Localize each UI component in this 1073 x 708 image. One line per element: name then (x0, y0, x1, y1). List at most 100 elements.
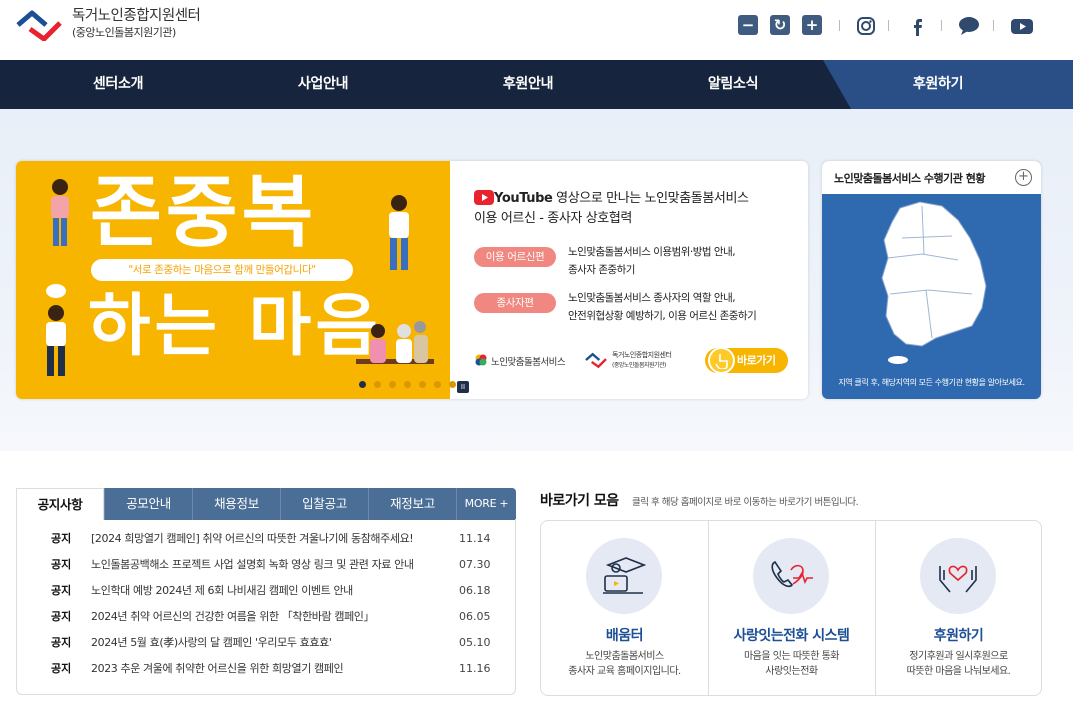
notice-title[interactable]: 2024년 5월 효(孝)사랑의 달 캠페인 '우리모두 효효효' (91, 630, 332, 656)
tab-recruit[interactable]: 채용정보 (192, 488, 280, 520)
banner-title-line1: YouTube 영상으로 만나는 노인맞춤돌봄서비스 (474, 187, 749, 206)
notice-date: 11.14 (459, 532, 491, 545)
quick-link-name: 배움터 (605, 628, 644, 644)
care-service-logo-icon (475, 354, 487, 366)
nav-item-news[interactable]: 알림소식 (658, 60, 808, 109)
notice-date: 05.10 (459, 636, 491, 649)
carousel-dot[interactable] (449, 381, 456, 388)
youtube-logo-icon (474, 190, 494, 205)
map-title: 노인맞춤돌봄서비스 수행기관 현황 (834, 172, 985, 185)
list-item[interactable]: 공지 2024년 취약 어르신의 건강한 여름을 위한 「착한바람 캠페인」 0… (17, 604, 517, 630)
quick-link-phone[interactable]: 사랑잇는전화 시스템 마음을 잇는 따뜻한 통화사랑잇는전화 (708, 521, 875, 695)
education-icon (586, 538, 662, 614)
banner-slogan: "서로 존중하는 마음으로 함께 만들어갑니다" (91, 259, 353, 281)
youtube-icon[interactable] (1010, 15, 1034, 37)
notice-list: 공지 [2024 희망열기 캠페인] 취약 어르신의 따뜻한 겨울나기에 동참해… (16, 519, 516, 695)
quick-link-sub: 마음을 잇는 따뜻한 통화사랑잇는전화 (708, 649, 875, 679)
carousel-dot[interactable] (389, 381, 396, 388)
center-logo-sub: (중앙노인돌봄지원기관) (612, 362, 666, 369)
facebook-icon[interactable] (906, 15, 928, 37)
person-illustration (51, 179, 69, 246)
quick-link-sub: 노인맞춤돌봄서비스종사자 교육 홈페이지입니다. (541, 649, 708, 679)
tab-finance[interactable]: 재정보고 (368, 488, 456, 520)
carousel-dot[interactable] (419, 381, 426, 388)
notice-title[interactable]: 2024년 취약 어르신의 건강한 여름을 위한 「착한바람 캠페인」 (91, 604, 375, 630)
notice-date: 07.30 (459, 558, 491, 571)
zoom-out-button[interactable]: − (738, 15, 758, 35)
divider (941, 20, 942, 31)
divider (839, 20, 840, 31)
carousel-dot[interactable] (374, 381, 381, 388)
map-more-button[interactable]: + (1015, 169, 1032, 186)
quick-link-sub-line2: 사랑잇는전화 (765, 666, 818, 677)
site-header: 독거노인종합지원센터 (중앙노인돌봄지원기관) − ↻ + (0, 0, 1073, 60)
center-logo-icon (585, 352, 607, 368)
quick-link-sub-line2: 종사자 교육 홈페이지입니다. (568, 666, 681, 677)
quick-link-name: 후원하기 (933, 628, 984, 644)
pill1-text-line2: 종사자 존중하기 (568, 264, 635, 276)
chat-icon[interactable] (958, 15, 980, 37)
person-illustration (46, 284, 66, 376)
notice-date: 06.05 (459, 610, 491, 623)
quick-link-name: 사랑잇는전화 시스템 (733, 628, 850, 644)
list-item[interactable]: 공지 2023 추운 겨울에 취약한 어르신을 위한 희망열기 캠페인 11.1… (17, 656, 517, 682)
page: 독거노인종합지원센터 (중앙노인돌봄지원기관) − ↻ + 센터소개 사업안내 … (0, 0, 1073, 708)
notice-title[interactable]: 노인돌봄공백해소 프로젝트 사업 설명회 녹화 영상 링크 및 관련 자료 안내 (91, 552, 414, 578)
go-button-label: 바로가기 (737, 354, 776, 367)
quick-links: 배움터 노인맞춤돌봄서비스종사자 교육 홈페이지입니다. 사랑잇는전화 시스템 … (540, 520, 1042, 696)
notice-tag: 공지 (51, 558, 72, 571)
nav-item-about[interactable]: 센터소개 (43, 60, 193, 109)
agency-map-card: 노인맞춤돌봄서비스 수행기관 현황 + 지역 클릭 후, 해당지역의 모든 수행… (822, 161, 1041, 399)
carousel-dot[interactable] (434, 381, 441, 388)
zoom-reset-button[interactable]: ↻ (770, 15, 790, 35)
main-nav: 센터소개 사업안내 후원안내 알림소식 후원하기 (0, 60, 1073, 109)
notice-title[interactable]: 2023 추운 겨울에 취약한 어르신을 위한 희망열기 캠페인 (91, 656, 344, 682)
notice-title[interactable]: 노인학대 예방 2024년 제 6회 나비새김 캠페인 이벤트 안내 (91, 578, 353, 604)
org-sub: (중앙노인돌봄지원기관) (72, 26, 176, 39)
carousel-dot[interactable] (404, 381, 411, 388)
divider (993, 20, 994, 31)
seniors-illustration (356, 321, 434, 364)
quick-link-sub-line1: 마음을 잇는 따뜻한 통화 (743, 651, 840, 662)
notice-tabs: 공지사항 공모안내 채용정보 입찰공고 재정보고 MORE + (16, 488, 516, 520)
quick-link-sub-line2: 따뜻한 마음을 나눠보세요. (906, 666, 1011, 677)
tab-notice[interactable]: 공지사항 (16, 488, 104, 520)
quick-link-learning[interactable]: 배움터 노인맞춤돌봄서비스종사자 교육 홈페이지입니다. (541, 521, 708, 695)
phone-heart-icon (753, 538, 829, 614)
quick-links-desc: 클릭 후 해당 홈페이지로 바로 이동하는 바로가기 버튼입니다. (632, 497, 859, 508)
korea-map[interactable] (862, 198, 1002, 368)
notice-title[interactable]: [2024 희망열기 캠페인] 취약 어르신의 따뜻한 겨울나기에 동참해주세요… (91, 526, 414, 552)
carousel-dot[interactable] (359, 381, 366, 388)
map-card-header: 노인맞춤돌봄서비스 수행기관 현황 + (822, 161, 1041, 194)
banner-go-button[interactable]: 바로가기 (705, 347, 788, 374)
person-illustration (389, 195, 409, 270)
quick-link-sub-line1: 노인맞춤돌봄서비스 (585, 651, 664, 662)
youtube-word: YouTube (494, 191, 553, 206)
divider (888, 20, 889, 31)
tab-contest[interactable]: 공모안내 (104, 488, 192, 520)
hand-pointer-icon (708, 347, 735, 374)
list-item[interactable]: 공지 노인학대 예방 2024년 제 6회 나비새김 캠페인 이벤트 안내 06… (17, 578, 517, 604)
banner-visual[interactable]: 존중복 하는 마음 "서로 존중하는 마음으로 함께 만들어갑니다" (16, 161, 456, 399)
notice-tag: 공지 (51, 636, 72, 649)
notice-more-button[interactable]: MORE + (456, 488, 516, 520)
list-item[interactable]: 공지 2024년 5월 효(孝)사랑의 달 캠페인 '우리모두 효효효' 05.… (17, 630, 517, 656)
org-title[interactable]: 독거노인종합지원센터 (중앙노인돌봄지원기관) (72, 7, 201, 41)
center-logo-name: 독거노인종합지원센터 (612, 351, 672, 359)
carousel-pause-button[interactable]: II (457, 381, 469, 393)
quick-link-sub-line1: 정기후원과 일시후원으로 (909, 651, 1008, 662)
nav-item-donate[interactable]: 후원하기 (863, 60, 1013, 109)
care-service-logo-text: 노인맞춤돌봄서비스 (491, 357, 566, 368)
quick-link-donate[interactable]: 후원하기 정기후원과 일시후원으로따뜻한 마음을 나눠보세요. (875, 521, 1042, 695)
tab-bid[interactable]: 입찰공고 (280, 488, 368, 520)
list-item[interactable]: 공지 [2024 희망열기 캠페인] 취약 어르신의 따뜻한 겨울나기에 동참해… (17, 526, 517, 552)
instagram-icon[interactable] (855, 15, 877, 37)
nav-item-sponsor-info[interactable]: 후원안내 (453, 60, 603, 109)
main-banner[interactable]: 존중복 하는 마음 "서로 존중하는 마음으로 함께 만들어갑니다" II Yo… (16, 161, 808, 399)
org-name: 독거노인종합지원센터 (72, 8, 201, 24)
list-item[interactable]: 공지 노인돌봄공백해소 프로젝트 사업 설명회 녹화 영상 링크 및 관련 자료… (17, 552, 517, 578)
zoom-in-button[interactable]: + (802, 15, 822, 35)
site-logo[interactable] (16, 9, 62, 41)
banner-title-line2: 이용 어르신 - 종사자 상호협력 (474, 211, 632, 226)
nav-item-business[interactable]: 사업안내 (248, 60, 398, 109)
